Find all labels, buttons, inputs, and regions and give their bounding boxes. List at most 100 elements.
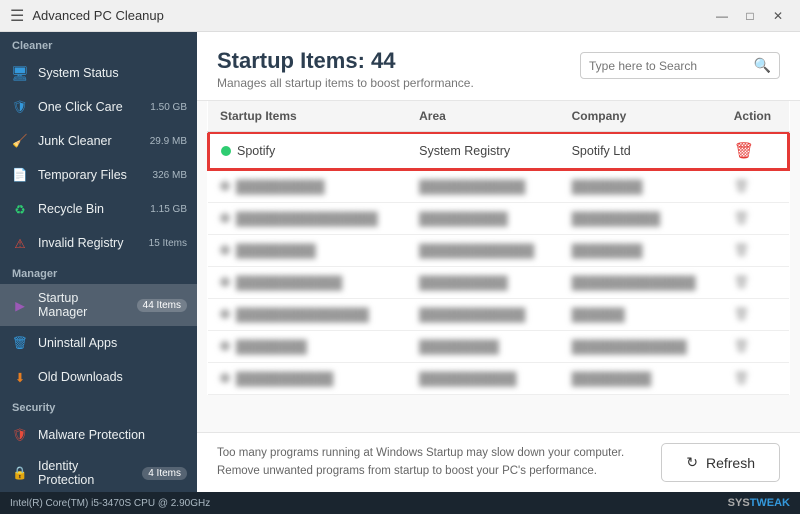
sidebar-item-label: Temporary Files: [38, 168, 145, 182]
status-dot-grey: [220, 181, 230, 191]
blurred-area: ███████████: [407, 363, 559, 395]
identity-icon: 🔒: [10, 463, 30, 483]
sidebar-item-system-status[interactable]: 🖥 System Status: [0, 56, 197, 90]
startup-icon: ▶: [10, 295, 30, 315]
status-dot-grey: [220, 245, 230, 255]
table-row: █████████ █████████████ ████████ 🗑: [208, 235, 789, 267]
sidebar-item-label: Invalid Registry: [38, 236, 141, 250]
status-dot-grey: [220, 277, 230, 287]
security-section-label: Security: [0, 394, 197, 418]
table-row: ████████ █████████ █████████████ 🗑: [208, 331, 789, 363]
refresh-button[interactable]: ↻ Refresh: [661, 443, 780, 482]
col-area: Area: [407, 101, 559, 132]
col-action: Action: [722, 101, 789, 132]
table-row: ███████████████ ████████████ ██████ 🗑: [208, 299, 789, 331]
sidebar-item-temporary-files[interactable]: 📄 Temporary Files 326 MB: [0, 158, 197, 192]
blurred-area: ██████████: [407, 267, 559, 299]
item-badge: 4 Items: [142, 467, 187, 480]
startup-item-action[interactable]: 🗑: [722, 132, 789, 170]
sidebar-item-old-downloads[interactable]: ⬇ Old Downloads: [0, 360, 197, 394]
status-dot-grey: [220, 373, 230, 383]
blurred-company: ████████: [560, 235, 722, 267]
blurred-name: ████████████: [208, 267, 407, 299]
content-header-left: Startup Items: 44 Manages all startup it…: [217, 48, 474, 90]
monitor-icon: 🖥: [10, 63, 30, 83]
item-size: 15 Items: [149, 238, 187, 249]
main-layout: Cleaner 🖥 System Status 🛡 One Click Care…: [0, 32, 800, 492]
registry-icon: ⚠: [10, 233, 30, 253]
table-row: ███████████ ███████████ █████████ 🗑: [208, 363, 789, 395]
sidebar-item-invalid-registry[interactable]: ⚠ Invalid Registry 15 Items: [0, 226, 197, 260]
item-badge: 44 Items: [137, 299, 187, 312]
blurred-company: ████████: [560, 170, 722, 203]
blurred-name: ███████████████: [208, 299, 407, 331]
blurred-action: 🗑: [722, 170, 789, 203]
blurred-name: ███████████: [208, 363, 407, 395]
brand-tweak: TWEAK: [750, 497, 790, 509]
table-row: ████████████████ ██████████ ██████████ 🗑: [208, 203, 789, 235]
item-size: 1.15 GB: [150, 204, 187, 215]
search-box[interactable]: 🔍: [580, 52, 780, 79]
page-subtitle: Manages all startup items to boost perfo…: [217, 76, 474, 90]
sidebar-item-uninstall-apps[interactable]: 🗑 Uninstall Apps: [0, 326, 197, 360]
brand-logo: SYSTWEAK: [728, 497, 790, 509]
brand-sys: SYS: [728, 497, 750, 509]
blurred-area: ████████████: [407, 299, 559, 331]
blurred-action: 🗑: [722, 331, 789, 363]
blurred-area: █████████: [407, 331, 559, 363]
blurred-company: ██████████████: [560, 267, 722, 299]
status-dot-grey: [220, 341, 230, 351]
startup-item-company: Spotify Ltd: [560, 132, 722, 170]
app-title: Advanced PC Cleanup: [32, 8, 164, 23]
startup-item-name: Spotify: [208, 132, 407, 170]
search-icon[interactable]: 🔍: [754, 57, 771, 74]
uninstall-icon: 🗑: [10, 333, 30, 353]
hamburger-icon[interactable]: ☰: [10, 6, 24, 26]
malware-icon: 🛡: [10, 425, 30, 445]
sidebar: Cleaner 🖥 System Status 🛡 One Click Care…: [0, 32, 197, 492]
table-header: Startup Items Area Company Action: [208, 101, 789, 132]
table-container[interactable]: Startup Items Area Company Action Spotif…: [197, 101, 800, 432]
sidebar-item-one-click-care[interactable]: 🛡 One Click Care 1.50 GB: [0, 90, 197, 124]
col-startup-items: Startup Items: [208, 101, 407, 132]
blurred-name: ████████: [208, 331, 407, 363]
file-icon: 📄: [10, 165, 30, 185]
recycle-icon: ♻: [10, 199, 30, 219]
blurred-area: ████████████: [407, 170, 559, 203]
sidebar-item-startup-manager[interactable]: ▶ Startup Manager 44 Items: [0, 284, 197, 326]
blurred-area: █████████████: [407, 235, 559, 267]
search-input[interactable]: [589, 59, 748, 73]
manager-section-label: Manager: [0, 260, 197, 284]
blurred-company: █████████: [560, 363, 722, 395]
sidebar-item-label: Recycle Bin: [38, 202, 142, 216]
table-row-spotify: Spotify System Registry Spotify Ltd 🗑: [208, 132, 789, 170]
minimize-button[interactable]: —: [710, 4, 734, 28]
blurred-action: 🗑: [722, 203, 789, 235]
footer-text: Too many programs running at Windows Sta…: [217, 445, 637, 480]
sidebar-item-label: Startup Manager: [38, 291, 129, 319]
item-name-text: Spotify: [237, 144, 275, 158]
app-bottom-bar: Intel(R) Core(TM) i5-3470S CPU @ 2.90GHz…: [0, 492, 800, 514]
item-size: 326 MB: [153, 170, 187, 181]
sidebar-item-malware-protection[interactable]: 🛡 Malware Protection: [0, 418, 197, 452]
sidebar-item-label: Identity Protection: [38, 459, 134, 487]
sidebar-item-label: Uninstall Apps: [38, 336, 187, 350]
maximize-button[interactable]: □: [738, 4, 762, 28]
sidebar-item-junk-cleaner[interactable]: 🧹 Junk Cleaner 29.9 MB: [0, 124, 197, 158]
item-size: 29.9 MB: [150, 136, 187, 147]
blurred-name: ████████████████: [208, 203, 407, 235]
delete-icon[interactable]: 🗑: [734, 143, 754, 160]
page-title: Startup Items: 44: [217, 48, 474, 74]
blurred-action: 🗑: [722, 363, 789, 395]
close-button[interactable]: ✕: [766, 4, 790, 28]
blurred-company: ██████: [560, 299, 722, 331]
content-area: Startup Items: 44 Manages all startup it…: [197, 32, 800, 492]
status-dot-grey: [220, 309, 230, 319]
sidebar-item-recycle-bin[interactable]: ♻ Recycle Bin 1.15 GB: [0, 192, 197, 226]
sidebar-item-identity-protection[interactable]: 🔒 Identity Protection 4 Items: [0, 452, 197, 492]
broom-icon: 🧹: [10, 131, 30, 151]
item-size: 1.50 GB: [150, 102, 187, 113]
cpu-info: Intel(R) Core(TM) i5-3470S CPU @ 2.90GHz: [10, 498, 210, 509]
table-body: Spotify System Registry Spotify Ltd 🗑 ██…: [208, 132, 789, 395]
blurred-area: ██████████: [407, 203, 559, 235]
